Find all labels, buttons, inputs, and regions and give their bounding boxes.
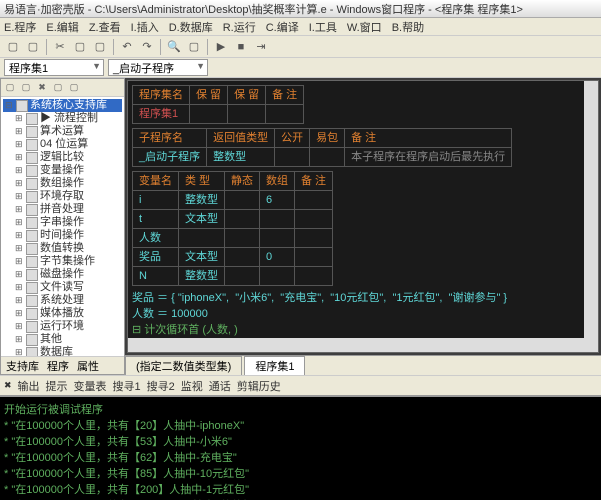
- tree-btn[interactable]: ▢: [67, 81, 81, 95]
- open-icon[interactable]: ▢: [24, 38, 42, 56]
- combo-sub[interactable]: _启动子程序: [108, 59, 208, 76]
- undo-icon[interactable]: ↶: [118, 38, 136, 56]
- stop-icon[interactable]: ■: [232, 38, 250, 56]
- editor-pane: 程序集名 保 留 保 留 备 注 程序集1 子程序名 返回值类型 公开: [125, 78, 601, 375]
- tree-btn[interactable]: ✖: [35, 81, 49, 95]
- tab-output[interactable]: 输出: [18, 378, 40, 394]
- cut-icon[interactable]: ✂: [51, 38, 69, 56]
- tab-types[interactable]: (指定二数值类型集): [125, 356, 242, 375]
- scrollbar-horizontal[interactable]: [128, 338, 584, 352]
- tab-call[interactable]: 通话: [209, 378, 231, 394]
- menu-window[interactable]: W.窗口: [347, 19, 382, 35]
- tab-set1[interactable]: 程序集1: [244, 356, 305, 375]
- tree-bottom-tabs: 支持库 程序 属性: [1, 356, 124, 374]
- menu-compile[interactable]: C.编译: [266, 19, 299, 35]
- tree-item[interactable]: ⊞逻辑比较: [3, 151, 122, 164]
- tree-item[interactable]: ⊞磁盘操作: [3, 268, 122, 281]
- tree-item[interactable]: ⊞字节集操作: [3, 255, 122, 268]
- tree-item[interactable]: ⊞算术运算: [3, 125, 122, 138]
- paste-icon[interactable]: ▢: [91, 38, 109, 56]
- tree-item[interactable]: ⊞数据库: [3, 346, 122, 356]
- menubar: E.程序 E.编辑 Z.查看 I.插入 D.数据库 R.运行 C.编译 I.工具…: [0, 18, 601, 36]
- tree-item[interactable]: ⊞数组操作: [3, 177, 122, 190]
- separator: [46, 39, 47, 55]
- output-tabs: ✖ 输出 提示 变量表 搜寻1 搜寻2 监视 通话 剪辑历史: [0, 375, 601, 395]
- tree-item[interactable]: ⊞媒体播放: [3, 307, 122, 320]
- run-icon[interactable]: ▶: [212, 38, 230, 56]
- tree-item[interactable]: ⊞环境存取: [3, 190, 122, 203]
- grid-sub: 子程序名 返回值类型 公开 易包 备 注 _启动子程序 整数型 本子程序在程序启…: [132, 128, 512, 167]
- tree-item[interactable]: ⊞04 位运算: [3, 138, 122, 151]
- tree-body[interactable]: ⊟系统核心支持库⊞▶ 流程控制⊞算术运算⊞04 位运算⊞逻辑比较⊞变量操作⊞数组…: [1, 97, 124, 356]
- tab-watch[interactable]: 监视: [181, 378, 203, 394]
- grid-set: 程序集名 保 留 保 留 备 注 程序集1: [132, 85, 304, 124]
- tree-item[interactable]: ⊞系统处理: [3, 294, 122, 307]
- bookmark-icon[interactable]: ▢: [185, 38, 203, 56]
- tree-btn[interactable]: ▢: [3, 81, 17, 95]
- menu-edit[interactable]: E.编辑: [46, 19, 78, 35]
- output-x-icon[interactable]: ✖: [4, 380, 12, 391]
- step-icon[interactable]: ⇥: [252, 38, 270, 56]
- menu-view[interactable]: Z.查看: [89, 19, 121, 35]
- tab-find1[interactable]: 搜寻1: [113, 378, 141, 394]
- tree-item[interactable]: ⊞运行环境: [3, 320, 122, 333]
- tree-item[interactable]: ⊞其他: [3, 333, 122, 346]
- tree-btn[interactable]: ▢: [51, 81, 65, 95]
- editor-tabs: (指定二数值类型集) 程序集1: [125, 355, 601, 375]
- separator: [160, 39, 161, 55]
- tree-item[interactable]: ⊞数值转换: [3, 242, 122, 255]
- menu-tools[interactable]: I.工具: [309, 19, 337, 35]
- tab-vars[interactable]: 变量表: [74, 378, 107, 394]
- tab-clip[interactable]: 剪辑历史: [237, 378, 281, 394]
- redo-icon[interactable]: ↷: [138, 38, 156, 56]
- combo-set[interactable]: 程序集1: [4, 59, 104, 76]
- tree-btn[interactable]: ▢: [19, 81, 33, 95]
- tab-support[interactable]: 支持库: [6, 358, 39, 374]
- tree-toolbar: ▢ ▢ ✖ ▢ ▢: [1, 79, 124, 97]
- tab-hint[interactable]: 提示: [46, 378, 68, 394]
- separator: [207, 39, 208, 55]
- tree-item[interactable]: ⊞▶ 流程控制: [3, 112, 122, 125]
- menu-help[interactable]: B.帮助: [392, 19, 424, 35]
- separator: [113, 39, 114, 55]
- menu-program[interactable]: E.程序: [4, 19, 36, 35]
- search-icon[interactable]: 🔍: [165, 38, 183, 56]
- output-console[interactable]: 开始运行被调试程序* "在100000个人里，共有【20】人抽中-iphoneX…: [0, 395, 601, 500]
- toolbar: ▢ ▢ ✂ ▢ ▢ ↶ ↷ 🔍 ▢ ▶ ■ ⇥: [0, 36, 601, 58]
- tab-program[interactable]: 程序: [47, 358, 69, 374]
- new-icon[interactable]: ▢: [4, 38, 22, 56]
- scrollbar-vertical[interactable]: [584, 81, 598, 352]
- tree-item[interactable]: ⊞字串操作: [3, 216, 122, 229]
- menu-database[interactable]: D.数据库: [169, 19, 213, 35]
- grid-vars: 变量名 类 型 静态 数组 备 注 i整数型6 t文本型 人数 奖品文本型0 N…: [132, 171, 333, 286]
- tab-find2[interactable]: 搜寻2: [147, 378, 175, 394]
- tree-item[interactable]: ⊞变量操作: [3, 164, 122, 177]
- menu-run[interactable]: R.运行: [223, 19, 256, 35]
- tree-item[interactable]: ⊞文件读写: [3, 281, 122, 294]
- tree-item[interactable]: ⊞时间操作: [3, 229, 122, 242]
- titlebar: 易语言·加密壳版 - C:\Users\Administrator\Deskto…: [0, 0, 601, 18]
- side-tree: ▢ ▢ ✖ ▢ ▢ ⊟系统核心支持库⊞▶ 流程控制⊞算术运算⊞04 位运算⊞逻辑…: [0, 78, 125, 375]
- code-editor[interactable]: 程序集名 保 留 保 留 备 注 程序集1 子程序名 返回值类型 公开: [127, 80, 599, 353]
- menu-insert[interactable]: I.插入: [131, 19, 159, 35]
- tree-item[interactable]: ⊞拼音处理: [3, 203, 122, 216]
- window-title: 易语言·加密壳版 - C:\Users\Administrator\Deskto…: [4, 1, 597, 17]
- tab-props[interactable]: 属性: [77, 358, 99, 374]
- main-area: ▢ ▢ ✖ ▢ ▢ ⊟系统核心支持库⊞▶ 流程控制⊞算术运算⊞04 位运算⊞逻辑…: [0, 78, 601, 375]
- copy-icon[interactable]: ▢: [71, 38, 89, 56]
- combo-row: 程序集1 _启动子程序: [0, 58, 601, 78]
- tree-item[interactable]: ⊟系统核心支持库: [3, 99, 122, 112]
